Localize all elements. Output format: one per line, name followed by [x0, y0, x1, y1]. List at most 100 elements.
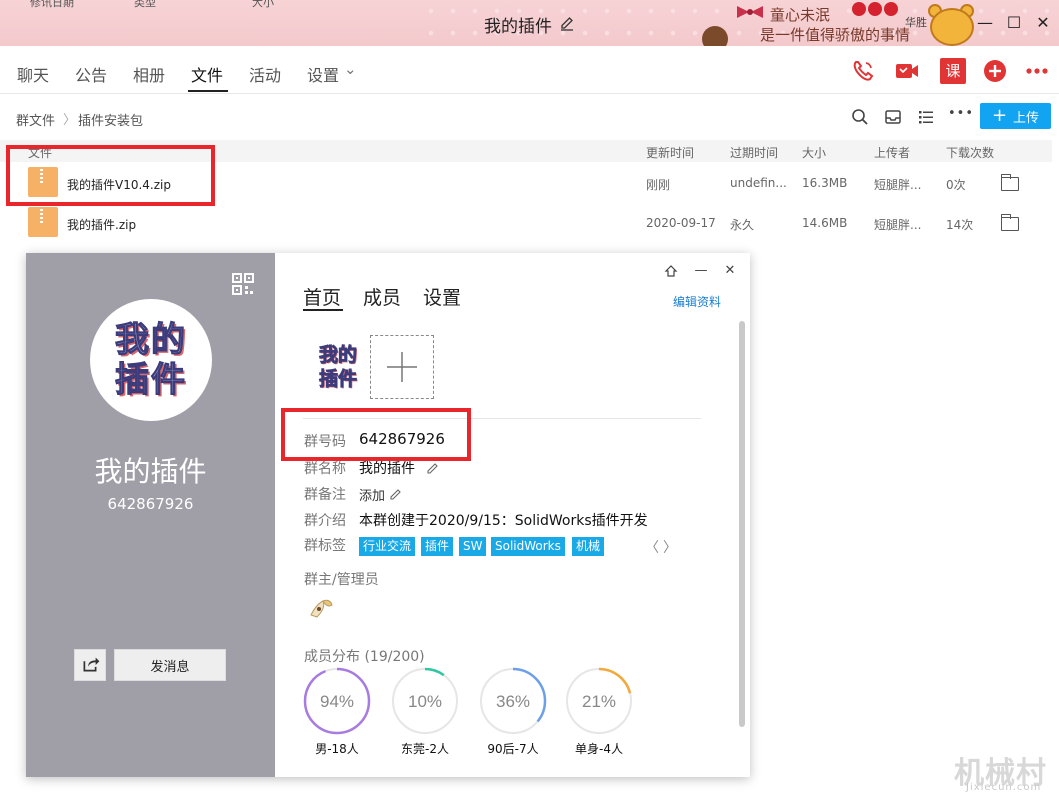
group-tag[interactable]: 机械: [572, 537, 605, 556]
tab-files[interactable]: 文件: [191, 62, 223, 86]
tab-album[interactable]: 相册: [133, 62, 165, 86]
group-number: 642867926: [107, 495, 194, 513]
strip-text-1: 修讯日期: [30, 0, 74, 9]
owner-avatar[interactable]: [307, 593, 335, 621]
qq-group-window: 修讯日期 类型 大小 童心未泯 是一件值得骄傲的事情 我的插件 华胜 — ☐ ✕…: [0, 0, 1059, 799]
close-button[interactable]: ✕: [1032, 12, 1054, 34]
scrollbar[interactable]: [739, 321, 745, 727]
file-downloads: 14次: [946, 218, 974, 232]
distribution-percent: 36%: [496, 692, 530, 711]
file-updated: 刚刚: [646, 178, 671, 192]
col-downloads[interactable]: 下载次数: [946, 144, 994, 161]
tab-group-settings[interactable]: 设置: [423, 283, 461, 310]
group-photo[interactable]: 我的 插件: [309, 337, 367, 397]
minimize-button[interactable]: —: [974, 12, 996, 34]
maximize-button[interactable]: ☐: [1003, 12, 1025, 34]
breadcrumb-separator: 〉: [63, 113, 77, 128]
admins-label: 群主/管理员: [304, 572, 379, 588]
card-close-button[interactable]: ✕: [722, 263, 738, 279]
group-remark-add[interactable]: 添加: [359, 485, 385, 504]
strip-text-2: 类型: [134, 0, 156, 9]
add-photo-button[interactable]: [370, 335, 434, 399]
avatar-text-1: 我的: [114, 319, 187, 360]
more-options-icon[interactable]: •••: [948, 106, 973, 124]
group-tag[interactable]: SW: [459, 537, 487, 556]
share-icon[interactable]: [74, 649, 106, 681]
zip-file-icon: [28, 207, 58, 237]
col-size[interactable]: 大小: [802, 144, 826, 161]
card-sidebar: 我的 插件 我的插件 642867926 发消息: [26, 253, 275, 777]
breadcrumb-current: 插件安装包: [78, 114, 144, 129]
active-tab-indicator: [303, 309, 343, 311]
edit-title-icon[interactable]: [559, 15, 575, 31]
send-message-button[interactable]: 发消息: [114, 649, 226, 681]
tags-prev-button[interactable]: 〈: [645, 537, 659, 557]
group-intro-value: 本群创建于2020/9/15：SolidWorks插件开发: [359, 513, 648, 529]
qr-code-icon[interactable]: [232, 273, 254, 295]
active-tab-indicator: [188, 90, 228, 92]
group-avatar[interactable]: 我的 插件: [90, 299, 212, 421]
group-tag[interactable]: 行业交流: [359, 537, 416, 556]
group-profile-card: 我的 插件 我的插件 642867926 发消息 — ✕ 首页 成员 设置 编辑…: [26, 253, 750, 777]
col-uploader[interactable]: 上传者: [874, 144, 910, 161]
cherry-decoration: [868, 2, 882, 16]
file-expires: 永久: [730, 218, 755, 232]
col-expires[interactable]: 过期时间: [730, 144, 778, 161]
more-icon[interactable]: [1024, 58, 1050, 84]
col-updated[interactable]: 更新时间: [646, 144, 694, 161]
skin-deco-text: 童心未泯: [770, 6, 831, 24]
edit-name-icon[interactable]: [426, 461, 440, 475]
course-icon[interactable]: 课: [940, 58, 966, 84]
breadcrumb-root[interactable]: 群文件: [16, 110, 55, 129]
underlying-table-header: 修讯日期 类型 大小: [0, 0, 1059, 9]
upload-button[interactable]: + 上传: [980, 103, 1051, 129]
tab-chat[interactable]: 聊天: [17, 62, 49, 86]
open-folder-icon[interactable]: [1000, 174, 1019, 191]
inbox-icon[interactable]: [884, 108, 902, 126]
cherry-decoration: [884, 2, 898, 16]
edit-remark-icon[interactable]: [389, 487, 403, 501]
file-size: 14.6MB: [802, 216, 848, 230]
chevron-down-icon[interactable]: ⌄: [344, 60, 357, 78]
highlight-box: [6, 145, 215, 206]
tab-members[interactable]: 成员: [363, 283, 401, 310]
title-bar: 修讯日期 类型 大小 童心未泯 是一件值得骄傲的事情 我的插件 华胜 — ☐ ✕: [0, 0, 1059, 46]
group-nav: 聊天 公告 相册 文件 活动 设置 ⌄ 课: [0, 46, 1059, 94]
search-icon[interactable]: [851, 108, 869, 126]
file-name[interactable]: 我的插件.zip: [67, 216, 136, 233]
group-tag[interactable]: SolidWorks: [491, 537, 565, 556]
add-icon[interactable]: [982, 58, 1008, 84]
group-name-value: 我的插件: [359, 461, 415, 477]
skin-label: 华胜: [905, 16, 927, 29]
group-remark-label: 群备注: [304, 487, 346, 503]
file-uploader: 短腿胖...: [874, 178, 922, 192]
tags-next-button[interactable]: 〉: [663, 537, 677, 557]
phone-icon[interactable]: [850, 58, 876, 84]
group-tag[interactable]: 插件: [421, 537, 454, 556]
distribution-ring: 10%: [391, 667, 459, 735]
open-folder-icon[interactable]: [1000, 214, 1019, 231]
distribution-percent: 94%: [320, 692, 354, 711]
photo-text-1: 我的: [318, 344, 358, 367]
card-minimize-button[interactable]: —: [693, 263, 709, 279]
bear-decoration: [930, 8, 974, 46]
skin-deco-text-2: 是一件值得骄傲的事情: [760, 26, 911, 44]
pin-icon[interactable]: [663, 263, 679, 279]
file-updated: 2020-09-17: [646, 216, 716, 230]
tab-announcement[interactable]: 公告: [75, 62, 107, 86]
tab-home[interactable]: 首页: [303, 283, 341, 310]
table-row[interactable]: 我的插件.zip 2020-09-17 永久 14.6MB 短腿胖... 14次: [0, 202, 1052, 242]
photo-text-2: 插件: [318, 368, 358, 391]
video-call-icon[interactable]: [894, 58, 920, 84]
list-view-icon[interactable]: [917, 108, 935, 126]
distribution-ring: 21%: [565, 667, 633, 735]
edit-profile-link[interactable]: 编辑资料: [673, 293, 721, 310]
tab-activity[interactable]: 活动: [249, 62, 281, 86]
file-uploader: 短腿胖...: [874, 218, 922, 232]
card-main: — ✕ 首页 成员 设置 编辑资料 我的 插件 群号码 642867926 群名…: [275, 253, 750, 777]
tab-settings[interactable]: 设置: [307, 62, 339, 86]
bow-decoration: [737, 6, 763, 18]
group-tags-label: 群标签: [304, 538, 346, 554]
window-title: 我的插件: [484, 17, 552, 37]
file-downloads: 0次: [946, 178, 966, 192]
